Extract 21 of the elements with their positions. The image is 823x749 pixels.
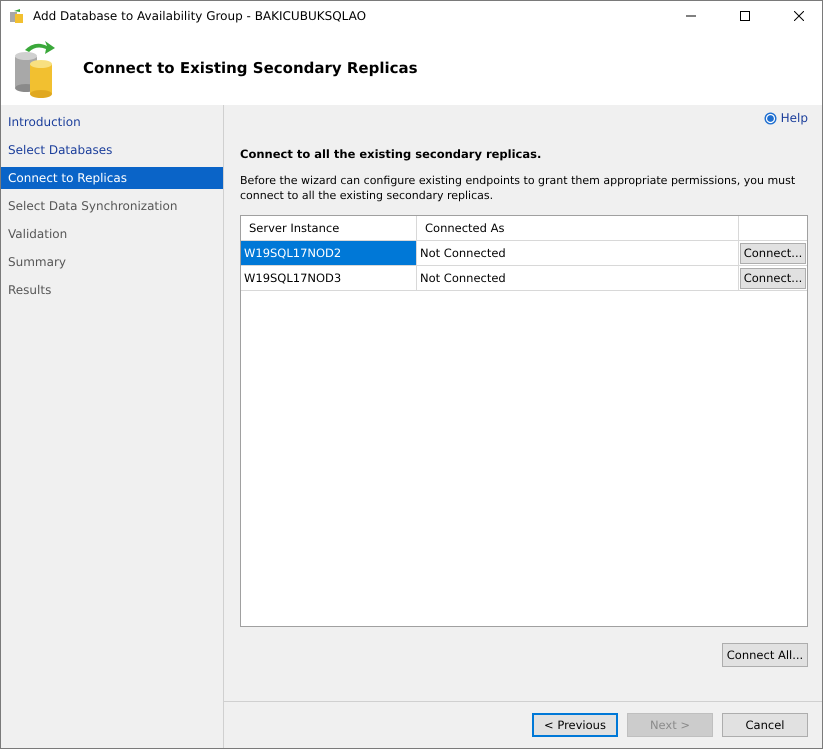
section-heading: Connect to all the existing secondary replicas. [240,147,542,161]
close-icon [794,11,804,21]
connect-button[interactable]: Connect... [740,268,806,288]
maximize-icon [740,11,750,21]
sidebar-item[interactable]: Introduction [1,111,223,133]
column-header: Server Instance [241,216,417,240]
page-title: Connect to Existing Secondary Replicas [83,59,418,77]
help-link[interactable]: Help [764,111,808,125]
table-cell[interactable]: W19SQL17NOD2 [241,241,417,265]
window-title: Add Database to Availability Group - BAKICUBUKSQLAO [33,9,368,23]
sidebar-item[interactable]: Connect to Replicas [1,167,223,189]
connect-all-button[interactable]: Connect All... [722,643,808,667]
description-text: Before the wizard can configure existing endpoints to grant them appropriate permissions, you must connect to all the existing secondary replicas. [240,173,796,203]
database-icon [9,8,25,24]
connect-button[interactable]: Connect... [740,242,806,264]
column-header: Connected As [417,216,739,240]
wizard-button[interactable]: Cancel [722,713,808,737]
help-icon [764,112,777,124]
sidebar-item[interactable]: Select Databases [1,139,223,161]
table-cell[interactable]: W19SQL17NOD3 [241,266,417,290]
wizard-button[interactable]: < Previous [532,713,618,737]
